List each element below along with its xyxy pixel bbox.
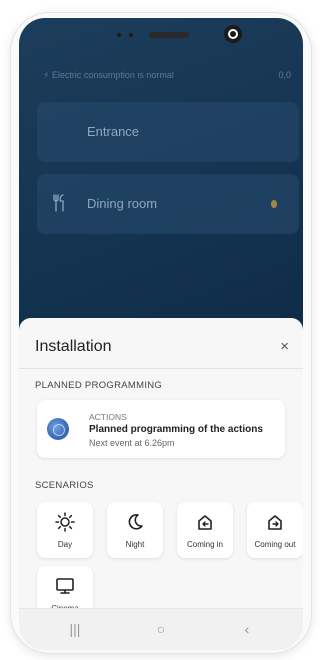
home-icon[interactable]: ○ — [149, 617, 173, 641]
planned-actions-card[interactable]: ACTIONS Planned programming of the actio… — [37, 400, 285, 458]
home-exit-icon — [268, 515, 282, 530]
phone-screen: ⚡ Electric consumption is normal 0,0 Ent… — [19, 18, 303, 650]
scenario-label: Night — [125, 540, 145, 549]
cutlery-icon — [53, 194, 64, 212]
light-indicator-icon — [271, 200, 277, 208]
action-kicker: ACTIONS — [89, 412, 127, 422]
speaker-grille — [149, 32, 189, 38]
consumption-banner: ⚡ Electric consumption is normal 0,0 — [39, 64, 299, 88]
back-icon[interactable]: ‹ — [235, 617, 259, 641]
room-label: Entrance — [87, 124, 140, 139]
recents-icon[interactable]: ||| — [63, 617, 87, 641]
section-planned-programming: PLANNED PROGRAMMING — [35, 380, 163, 391]
divider — [19, 368, 303, 369]
installation-sheet: Installation × PLANNED PROGRAMMING ACTIO… — [19, 318, 303, 622]
room-label: Dining room — [87, 196, 158, 211]
scenario-day[interactable]: Day — [37, 502, 93, 558]
scenario-label: Day — [57, 540, 73, 549]
moon-icon — [128, 514, 143, 530]
scenario-label: Coming in — [186, 540, 223, 549]
room-card-entrance[interactable]: Entrance — [37, 102, 299, 162]
actions-icon — [47, 418, 69, 440]
action-subtitle: Next event at 6.26pm — [89, 438, 175, 448]
scenario-coming-in[interactable]: Coming in — [177, 502, 233, 558]
scenario-night[interactable]: Night — [107, 502, 163, 558]
notch — [19, 18, 303, 58]
section-scenarios: SCENARIOS — [35, 480, 94, 491]
scenario-label: Coming out — [254, 540, 296, 549]
close-icon[interactable]: × — [280, 338, 289, 355]
monitor-icon — [56, 578, 74, 594]
consumption-text: ⚡ Electric consumption is normal — [43, 70, 174, 80]
action-title: Planned programming of the actions — [89, 424, 263, 435]
sheet-title: Installation — [35, 338, 112, 355]
sun-icon — [55, 512, 75, 532]
home-enter-icon — [198, 515, 212, 530]
front-camera — [224, 25, 242, 43]
scenario-coming-out[interactable]: Coming out — [247, 502, 303, 558]
android-nav-bar: ||| ○ ‹ — [19, 608, 303, 650]
room-card-dining-room[interactable]: Dining room — [37, 174, 299, 234]
app-background: ⚡ Electric consumption is normal 0,0 Ent… — [19, 18, 303, 338]
consumption-value: 0,0 — [278, 70, 291, 80]
sensor-dot — [117, 33, 121, 37]
sensor-dot — [129, 33, 133, 37]
